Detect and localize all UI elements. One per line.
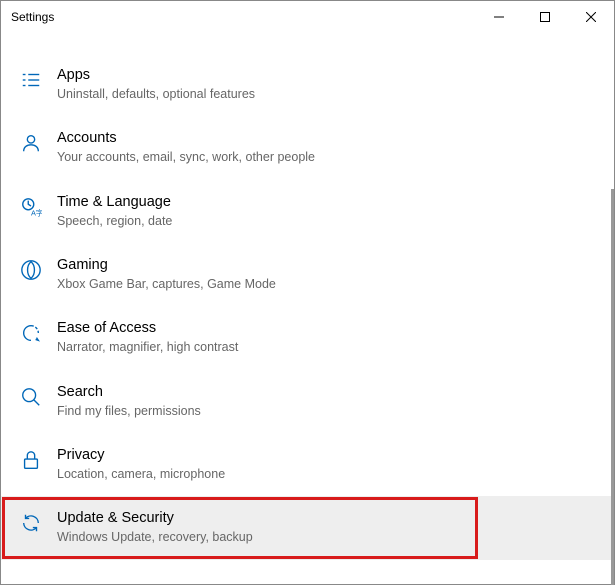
scrollbar[interactable] [611,189,614,585]
item-title: Update & Security [57,509,253,528]
update-security-icon [19,511,43,535]
item-text: Apps Uninstall, defaults, optional featu… [57,66,255,103]
item-title: Gaming [57,256,276,275]
privacy-icon [19,448,43,472]
settings-item-search[interactable]: Search Find my files, permissions [1,370,614,433]
item-desc: Your accounts, email, sync, work, other … [57,149,315,167]
search-icon [19,385,43,409]
item-title: Accounts [57,129,315,148]
apps-icon [19,68,43,92]
svg-text:A字: A字 [31,208,42,217]
settings-item-update-security[interactable]: Update & Security Windows Update, recove… [1,496,614,559]
time-language-icon: A字 [19,195,43,219]
close-button[interactable] [568,1,614,33]
item-title: Privacy [57,446,225,465]
item-text: Time & Language Speech, region, date [57,193,172,230]
item-text: Update & Security Windows Update, recove… [57,509,253,546]
item-desc: Windows Update, recovery, backup [57,529,253,547]
item-desc: Xbox Game Bar, captures, Game Mode [57,276,276,294]
settings-item-ease-of-access[interactable]: Ease of Access Narrator, magnifier, high… [1,306,614,369]
item-desc: Narrator, magnifier, high contrast [57,339,238,357]
item-text: Ease of Access Narrator, magnifier, high… [57,319,238,356]
settings-item-apps[interactable]: Apps Uninstall, defaults, optional featu… [1,53,614,116]
window-title: Settings [11,10,54,24]
titlebar: Settings [1,1,614,33]
item-text: Accounts Your accounts, email, sync, wor… [57,129,315,166]
settings-item-accounts[interactable]: Accounts Your accounts, email, sync, wor… [1,116,614,179]
item-desc: Uninstall, defaults, optional features [57,86,255,104]
item-title: Search [57,383,201,402]
item-text: Privacy Location, camera, microphone [57,446,225,483]
item-desc: Find my files, permissions [57,403,201,421]
item-desc: Speech, region, date [57,213,172,231]
settings-item-gaming[interactable]: Gaming Xbox Game Bar, captures, Game Mod… [1,243,614,306]
settings-item-privacy[interactable]: Privacy Location, camera, microphone [1,433,614,496]
minimize-button[interactable] [476,1,522,33]
settings-item-time-language[interactable]: A字 Time & Language Speech, region, date [1,180,614,243]
settings-list: Apps Uninstall, defaults, optional featu… [1,33,614,560]
item-title: Time & Language [57,193,172,212]
gaming-icon [19,258,43,282]
window-controls [476,1,614,33]
item-title: Apps [57,66,255,85]
item-desc: Location, camera, microphone [57,466,225,484]
ease-of-access-icon [19,321,43,345]
item-title: Ease of Access [57,319,238,338]
accounts-icon [19,131,43,155]
item-text: Search Find my files, permissions [57,383,201,420]
maximize-button[interactable] [522,1,568,33]
item-text: Gaming Xbox Game Bar, captures, Game Mod… [57,256,276,293]
